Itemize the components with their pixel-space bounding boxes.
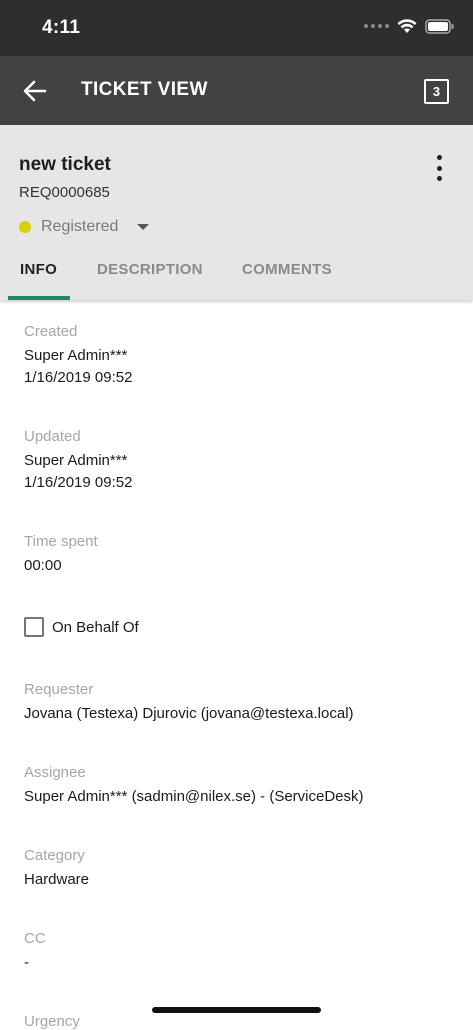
checkbox-icon[interactable] [24,617,44,637]
cc-value: - [24,954,29,971]
tab-info[interactable]: INFO [20,261,57,278]
updated-date: 1/16/2019 09:52 [24,474,133,491]
arrow-left-icon [23,80,47,102]
status-icons [364,18,455,34]
ticket-id: REQ0000685 [19,184,110,201]
more-vertical-icon[interactable] [428,155,450,181]
status-time: 4:11 [42,17,81,38]
requester-value: Jovana (Testexa) Djurovic (jovana@testex… [24,705,354,722]
category-value: Hardware [24,871,90,888]
wifi-icon [397,19,417,33]
tab-comments[interactable]: COMMENTS [242,261,332,278]
updated-label: Updated [24,428,81,445]
updated-user: Super Admin*** [24,452,128,469]
battery-icon [425,18,454,34]
status-label: Registered [41,218,119,235]
ticket-title: new ticket [19,154,111,175]
status-dot-icon [19,221,31,233]
ticket-count-button[interactable]: 3 [424,79,449,104]
app-title: TICKET VIEW [81,79,208,100]
assignee-value: Super Admin*** (sadmin@nilex.se) - (Serv… [24,788,364,805]
time-spent-label: Time spent [24,533,98,550]
time-spent-value: 00:00 [24,557,62,574]
requester-label: Requester [24,681,94,698]
category-label: Category [24,847,85,864]
cc-label: CC [24,930,46,947]
on-behalf-of-label: On Behalf Of [52,618,139,636]
app-bar: TICKET VIEW 3 [0,56,473,125]
on-behalf-of-checkbox[interactable]: On Behalf Of [24,617,139,637]
signal-icon [364,24,389,28]
created-user: Super Admin*** [24,347,128,364]
active-tab-indicator [8,296,70,300]
created-label: Created [24,323,78,340]
ticket-header: new ticket REQ0000685 Registered INFO DE… [0,125,473,300]
tab-description[interactable]: DESCRIPTION [97,261,203,278]
status-dropdown[interactable]: Registered [19,216,150,238]
urgency-label: Urgency [24,1013,80,1030]
assignee-label: Assignee [24,764,86,781]
status-bar: 4:11 [0,0,473,56]
caret-down-icon [137,224,150,230]
back-button[interactable] [18,76,52,106]
created-date: 1/16/2019 09:52 [24,369,133,386]
home-indicator[interactable] [152,1007,321,1013]
